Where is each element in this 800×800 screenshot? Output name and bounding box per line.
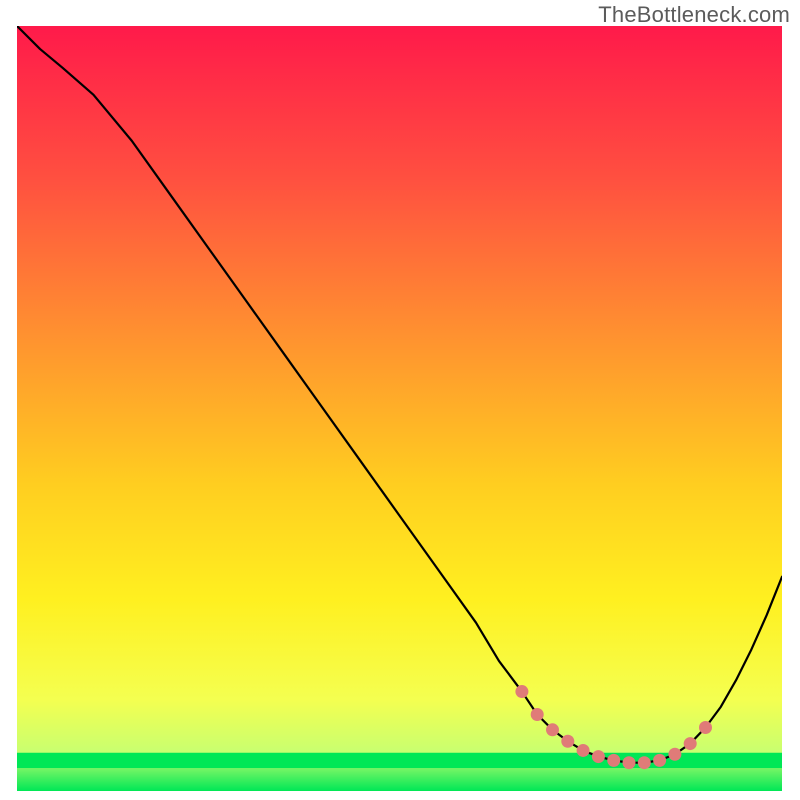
optimal-zone-marker — [531, 708, 544, 721]
optimal-zone-marker — [684, 737, 697, 750]
optimal-zone-marker — [638, 756, 651, 769]
optimal-green-band — [17, 753, 782, 768]
optimal-zone-marker — [623, 756, 636, 769]
optimal-zone-marker — [546, 723, 559, 736]
optimal-zone-marker — [668, 748, 681, 761]
optimal-zone-marker — [577, 744, 590, 757]
chart-container — [17, 26, 782, 791]
optimal-zone-marker — [653, 754, 666, 767]
optimal-zone-marker — [515, 685, 528, 698]
watermark-text: TheBottleneck.com — [598, 2, 790, 28]
optimal-zone-marker — [607, 754, 620, 767]
optimal-zone-marker — [699, 721, 712, 734]
optimal-zone-marker — [592, 750, 605, 763]
optimal-zone-marker — [561, 735, 574, 748]
bottleneck-chart — [17, 26, 782, 791]
